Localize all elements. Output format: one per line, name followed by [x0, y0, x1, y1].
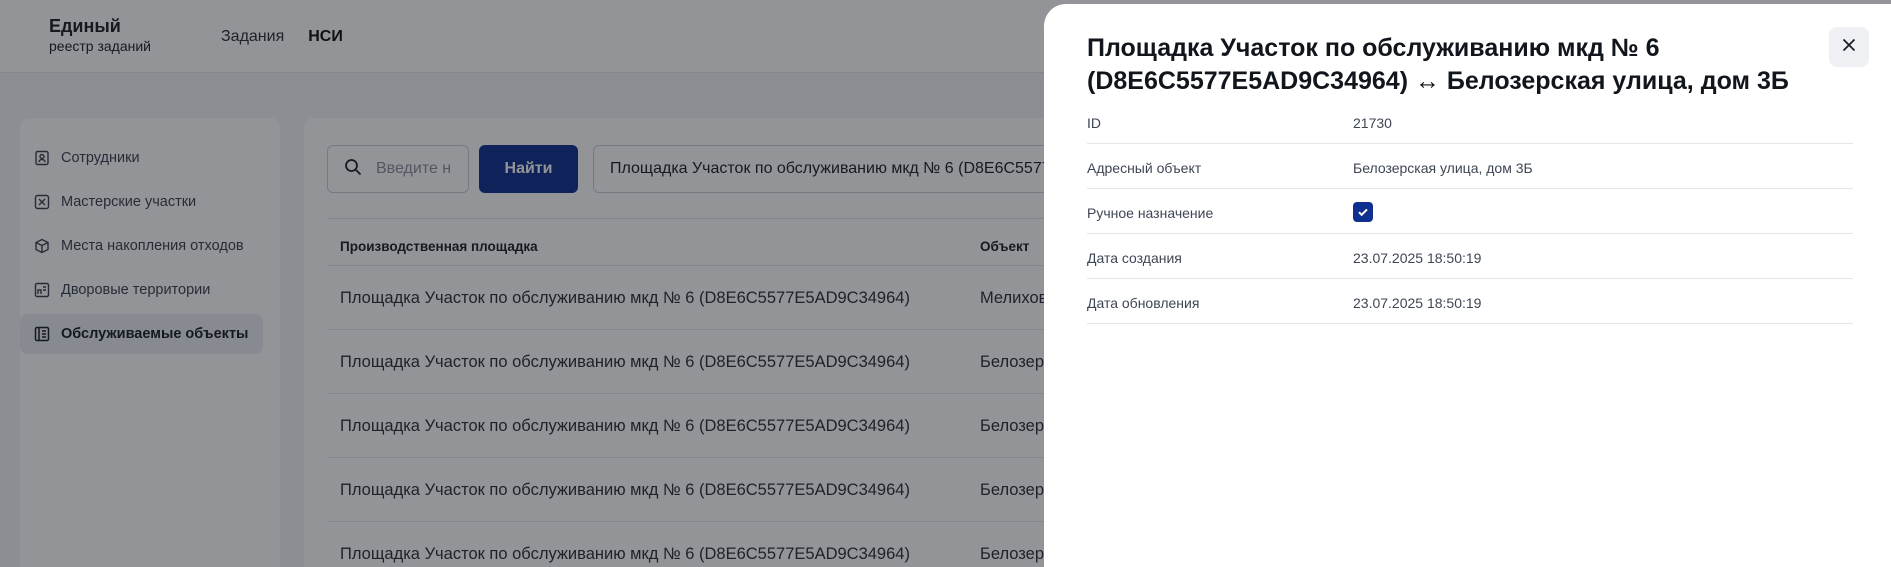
property-value: 21730 — [1353, 115, 1392, 131]
property-label: Дата обновления — [1087, 295, 1200, 311]
close-icon — [1841, 37, 1857, 58]
property-label: Ручное назначение — [1087, 205, 1214, 221]
property-row-created: Дата создания 23.07.2025 18:50:19 — [1087, 234, 1853, 279]
property-list: ID 21730 Адресный объект Белозерская ули… — [1087, 99, 1853, 324]
property-value: Белозерская улица, дом 3Б — [1353, 160, 1533, 176]
property-row-updated: Дата обновления 23.07.2025 18:50:19 — [1087, 279, 1853, 324]
property-row-address: Адресный объект Белозерская улица, дом 3… — [1087, 144, 1853, 189]
property-row-manual-assignment: Ручное назначение — [1087, 189, 1853, 234]
detail-drawer: Площадка Участок по обслуживанию мкд № 6… — [1044, 4, 1891, 567]
property-label: Адресный объект — [1087, 160, 1202, 176]
property-value: 23.07.2025 18:50:19 — [1353, 295, 1482, 311]
checkmark-icon — [1358, 208, 1368, 217]
property-label: Дата создания — [1087, 250, 1182, 266]
manual-assignment-checkbox[interactable] — [1353, 202, 1373, 222]
property-label: ID — [1087, 115, 1101, 131]
drawer-title: Площадка Участок по обслуживанию мкд № 6… — [1087, 34, 1789, 95]
close-button[interactable] — [1829, 27, 1869, 67]
property-row-id: ID 21730 — [1087, 99, 1853, 144]
property-value: 23.07.2025 18:50:19 — [1353, 250, 1482, 266]
